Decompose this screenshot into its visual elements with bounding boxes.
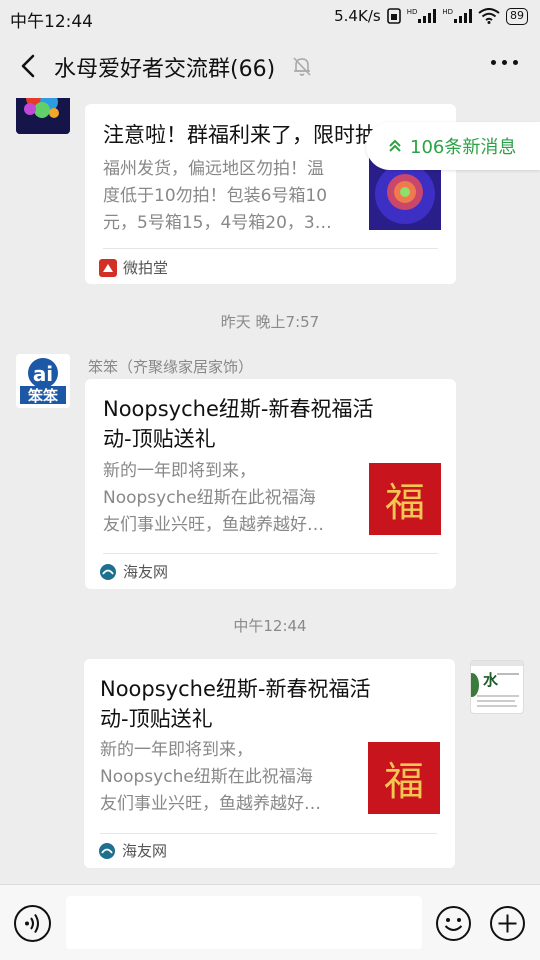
svg-text:ai: ai xyxy=(33,362,53,386)
avatar-self[interactable]: 水 xyxy=(470,660,524,714)
back-arrow-icon[interactable] xyxy=(14,50,44,82)
message-3-desc: 新的一年即将到来， Noopsyche纽斯在此祝福海 友们事业兴旺，鱼越养越好… xyxy=(100,740,321,814)
wifi-icon xyxy=(478,8,500,24)
net-speed: 5.4K/s xyxy=(334,7,381,25)
new-messages-label: 106条新消息 xyxy=(410,137,517,158)
new-messages-button[interactable]: 106条新消息 xyxy=(366,122,540,170)
timestamp-1: 昨天 晚上7:57 xyxy=(220,313,320,331)
signal-1-icon: HD xyxy=(407,9,437,23)
status-time: 中午12:44 xyxy=(10,12,93,32)
sim-icon xyxy=(386,8,401,24)
message-2-divider xyxy=(103,553,438,554)
chat-title: 水母爱好者交流群(66) xyxy=(54,57,276,82)
message-3-thumbnail: 福 xyxy=(368,742,440,814)
battery-icon: 89 xyxy=(506,7,528,25)
message-2-card[interactable]: Noopsyche纽斯-新春祝福活 动-顶贴送礼 新的一年即将到来， Noops… xyxy=(85,379,456,589)
svg-text:笨笨: 笨笨 xyxy=(28,387,59,405)
double-chevron-up-icon xyxy=(389,139,401,152)
voice-icon[interactable] xyxy=(14,905,51,942)
haiyouwang-logo-icon xyxy=(100,563,116,580)
message-3-card[interactable]: Noopsyche纽斯-新春祝福活 动-顶贴送礼 新的一年即将到来， Noops… xyxy=(84,659,455,868)
coral-image xyxy=(16,98,70,134)
avatar-benben[interactable]: ai 笨笨 xyxy=(16,354,70,408)
timestamp-2: 中午12:44 xyxy=(233,617,307,635)
chat-header: 水母爱好者交流群(66) xyxy=(0,34,540,98)
benben-logo: ai 笨笨 xyxy=(16,354,70,408)
emoji-icon[interactable] xyxy=(435,905,472,942)
message-input[interactable] xyxy=(66,896,422,949)
input-bar xyxy=(0,884,540,960)
message-3-divider xyxy=(100,833,437,834)
message-2-source: 海友网 xyxy=(99,561,168,582)
bell-muted-icon xyxy=(293,57,311,76)
message-2-desc: 新的一年即将到来， Noopsyche纽斯在此祝福海 友们事业兴旺，鱼越养越好… xyxy=(103,461,324,535)
avatar-coral[interactable] xyxy=(16,98,70,134)
message-3-title: Noopsyche纽斯-新春祝福活 动-顶贴送礼 xyxy=(100,677,371,731)
message-1-divider xyxy=(103,248,438,249)
chat-area[interactable]: 注意啦！群福利来了，限时抽 福州发货，偏远地区勿拍！温 度低于10勿拍！包装6号… xyxy=(0,98,540,884)
status-right: 5.4K/s HD HD 89 xyxy=(334,7,528,25)
plus-icon[interactable] xyxy=(489,905,526,942)
message-1-desc: 福州发货，偏远地区勿拍！温 度低于10勿拍！包装6号箱10 元，5号箱15，4号… xyxy=(103,159,332,233)
message-2-sender: 笨笨（齐聚缘家居家饰） xyxy=(88,358,254,376)
self-avatar-char: 水 xyxy=(483,671,499,689)
message-2-thumbnail: 福 xyxy=(369,463,441,535)
signal-2-icon: HD xyxy=(442,9,472,23)
haiyouwang-logo-icon xyxy=(99,842,115,859)
message-3-source: 海友网 xyxy=(98,840,167,861)
more-dots-icon[interactable] xyxy=(491,60,518,65)
message-1-source: 微拍堂 xyxy=(99,257,168,278)
message-2-title: Noopsyche纽斯-新春祝福活 动-顶贴送礼 xyxy=(103,397,374,451)
status-bar: 中午12:44 5.4K/s HD HD 89 xyxy=(0,0,540,34)
weipaitang-logo-icon xyxy=(99,258,117,277)
